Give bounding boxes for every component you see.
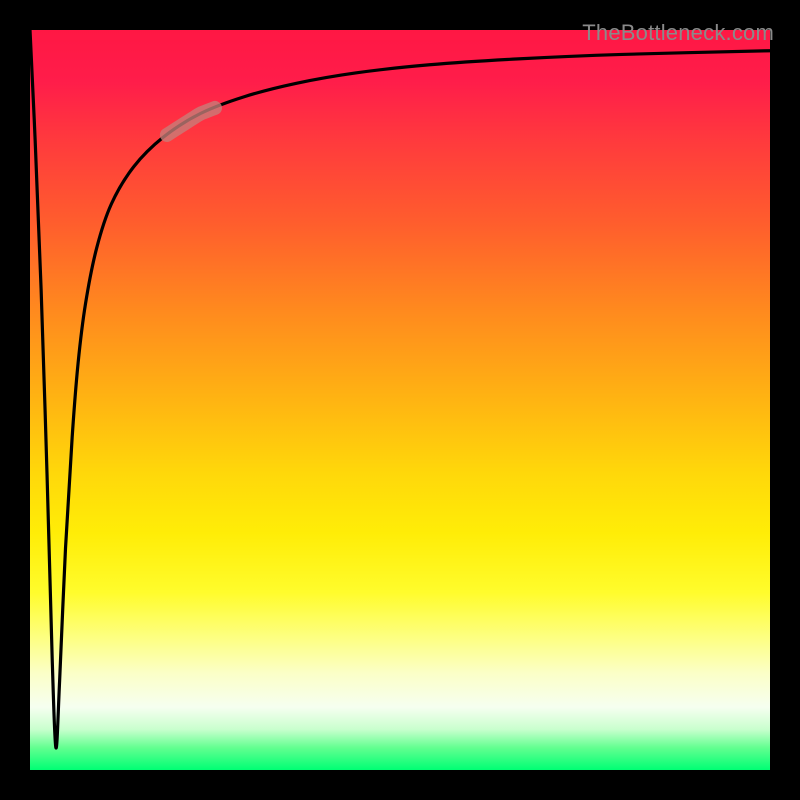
plot-area: [30, 30, 770, 770]
chart-frame: TheBottleneck.com: [20, 20, 780, 780]
attribution-label: TheBottleneck.com: [582, 20, 774, 46]
gradient-background: [30, 30, 770, 770]
